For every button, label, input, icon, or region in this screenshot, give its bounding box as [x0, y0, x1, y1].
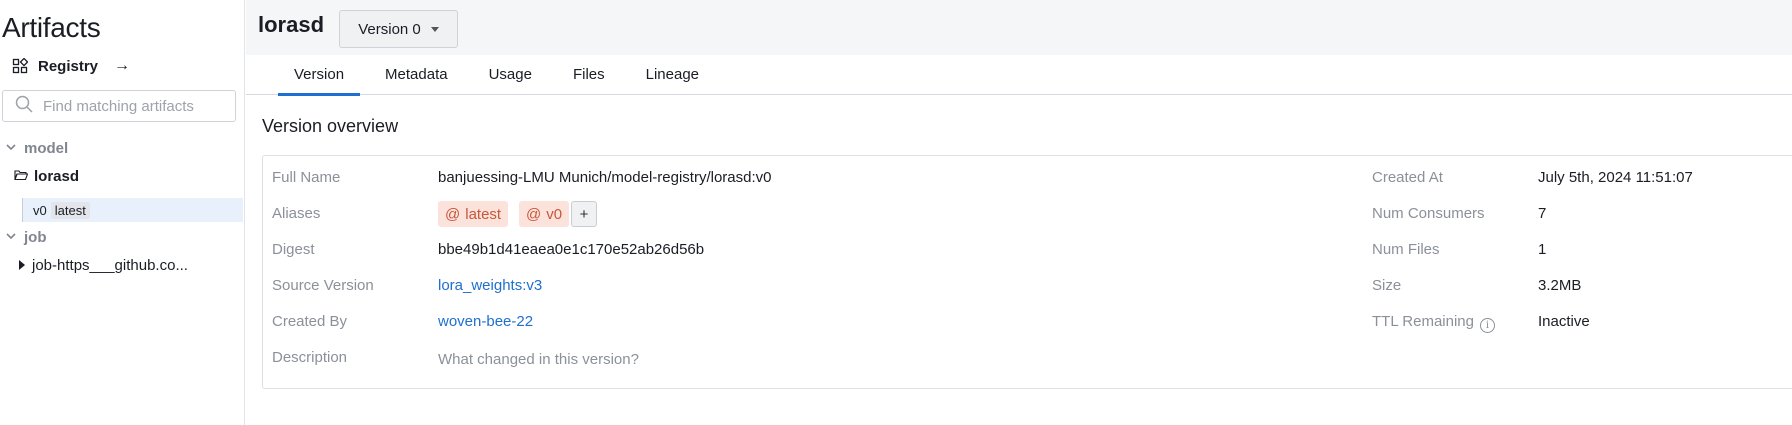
sidebar-title: Artifacts: [2, 12, 101, 43]
chevron-down-icon: [6, 232, 16, 243]
value-num-files: 1: [1538, 241, 1547, 258]
section-title: Version overview: [262, 116, 399, 136]
value-size: 3.2MB: [1538, 277, 1582, 294]
version-dropdown-label: Version 0: [358, 20, 421, 38]
label-aliases: Aliases: [272, 205, 321, 222]
value-digest: bbe49b1d41eaea0e1c170e52ab26d56b: [438, 241, 705, 258]
header-bar: lorasd Version 0: [246, 0, 1792, 55]
tab-version[interactable]: Version: [278, 55, 361, 96]
tree-group-job[interactable]: job: [6, 229, 47, 246]
tree-item-version[interactable]: v0 latest: [22, 198, 243, 222]
search-box: [2, 90, 236, 122]
caret-down-icon: [430, 24, 439, 34]
description-field[interactable]: What changed in this version?: [438, 351, 639, 368]
caret-right-icon: [18, 257, 26, 274]
sidebar: Artifacts Registry → model: [0, 0, 245, 425]
version-alias-tag: latest: [50, 201, 90, 219]
version-label: v0: [33, 202, 47, 218]
tree-item-label: lorasd: [34, 168, 80, 185]
tab-metadata[interactable]: Metadata: [369, 55, 464, 95]
value-ttl-remaining: Inactive: [1538, 313, 1590, 330]
search-icon: [15, 95, 33, 118]
value-num-consumers: 7: [1538, 205, 1547, 222]
label-num-consumers: Num Consumers: [1372, 205, 1485, 222]
info-icon[interactable]: i: [1479, 318, 1495, 333]
search-input[interactable]: [43, 97, 233, 115]
folder-open-icon: [14, 168, 29, 185]
add-alias-button[interactable]: +: [571, 201, 597, 227]
chevron-down-icon: [6, 143, 16, 154]
registry-link[interactable]: Registry →: [12, 55, 130, 77]
registry-icon: [12, 58, 28, 74]
tree-item-lorasd[interactable]: lorasd: [14, 168, 79, 185]
label-full-name: Full Name: [272, 169, 341, 186]
alias-chip-v0[interactable]: @ v0: [519, 201, 570, 227]
source-version-link[interactable]: lora_weights:v3: [438, 277, 542, 294]
created-by-link[interactable]: woven-bee-22: [438, 313, 533, 330]
alias-label: v0: [546, 205, 563, 223]
arrow-right-icon: →: [114, 57, 131, 74]
label-source-version: Source Version: [272, 277, 374, 294]
label-ttl-remaining: TTL Remaining i: [1372, 313, 1495, 333]
label-ttl-text: TTL Remaining: [1372, 313, 1474, 330]
at-icon: @: [445, 205, 461, 223]
value-full-name: banjuessing-LMU Munich/model-registry/lo…: [438, 169, 772, 186]
label-description: Description: [272, 349, 348, 366]
tree-group-model[interactable]: model: [6, 140, 68, 157]
tree-item-job[interactable]: job-https___github.co...: [18, 257, 188, 274]
tab-usage[interactable]: Usage: [473, 55, 548, 95]
tab-files[interactable]: Files: [557, 55, 621, 95]
value-created-at: July 5th, 2024 11:51:07: [1538, 169, 1693, 186]
alias-chip-latest[interactable]: @ latest: [438, 201, 509, 227]
label-num-files: Num Files: [1372, 241, 1440, 258]
registry-label: Registry: [38, 57, 99, 75]
artifact-name: lorasd: [258, 12, 325, 37]
at-icon: @: [526, 205, 542, 223]
version-dropdown[interactable]: Version 0: [339, 10, 458, 48]
tree-group-label: model: [24, 140, 69, 157]
main-content: lorasd Version 0 Version Metadata Usage …: [246, 0, 1792, 425]
label-digest: Digest: [272, 241, 315, 258]
alias-label: latest: [465, 205, 502, 223]
tree-item-label: job-https___github.co...: [32, 257, 188, 274]
tab-lineage[interactable]: Lineage: [630, 55, 715, 95]
label-created-by: Created By: [272, 313, 348, 330]
tab-bar: Version Metadata Usage Files Lineage: [246, 55, 1792, 96]
label-created-at: Created At: [1372, 169, 1443, 186]
version-overview-card: Full Name banjuessing-LMU Munich/model-r…: [262, 155, 1792, 389]
tree-group-label: job: [24, 229, 47, 246]
label-size: Size: [1372, 277, 1402, 294]
